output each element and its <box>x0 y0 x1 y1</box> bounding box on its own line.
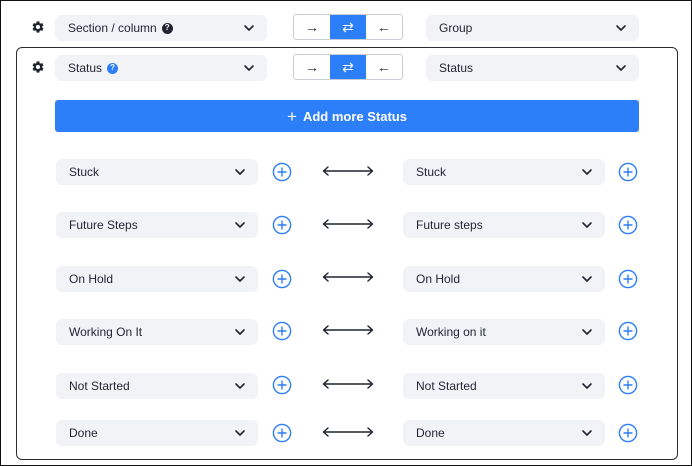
direction-left-button[interactable]: ← <box>366 15 402 39</box>
plus-circle-icon[interactable] <box>618 162 638 182</box>
plus-circle-icon[interactable] <box>618 269 638 289</box>
chevron-down-icon <box>235 169 245 175</box>
plus-circle-icon[interactable] <box>618 423 638 443</box>
chevron-down-icon <box>582 169 592 175</box>
plus-circle-icon[interactable] <box>272 269 292 289</box>
mapping-target-select[interactable]: On Hold <box>403 266 605 292</box>
mapping-source-select[interactable]: Done <box>56 420 258 446</box>
status-target-label: Status <box>439 61 474 75</box>
mapping-source-select[interactable]: Not Started <box>56 373 258 399</box>
plus-circle-icon[interactable] <box>618 375 638 395</box>
chevron-down-icon <box>244 25 254 31</box>
double-arrow-icon <box>322 379 374 389</box>
plus-circle-icon[interactable] <box>272 375 292 395</box>
chevron-down-icon <box>235 276 245 282</box>
mapping-target-select[interactable]: Not Started <box>403 373 605 399</box>
chevron-down-icon <box>582 329 592 335</box>
plus-icon: + <box>287 106 297 126</box>
chevron-down-icon <box>235 329 245 335</box>
gear-icon[interactable] <box>31 20 45 34</box>
direction-right-button[interactable]: → <box>294 55 330 79</box>
chevron-down-icon <box>244 65 254 71</box>
plus-circle-icon[interactable] <box>272 321 292 341</box>
section-column-label: Section / column <box>68 21 157 35</box>
plus-circle-icon[interactable] <box>618 321 638 341</box>
status-source-select[interactable]: Status ? <box>55 55 267 81</box>
group-label: Group <box>439 21 473 35</box>
chevron-down-icon <box>582 430 592 436</box>
plus-circle-icon[interactable] <box>272 423 292 443</box>
double-arrow-icon <box>322 427 374 437</box>
chevron-down-icon <box>616 65 626 71</box>
plus-circle-icon[interactable] <box>272 215 292 235</box>
double-arrow-icon <box>322 272 374 282</box>
add-more-status-label: Add more Status <box>302 108 407 124</box>
double-arrow-icon <box>322 325 374 335</box>
double-arrow-icon <box>322 166 374 176</box>
mapping-source-select[interactable]: On Hold <box>56 266 258 292</box>
mapping-source-select[interactable]: Future Steps <box>56 212 258 238</box>
direction-both-button[interactable]: ⇄ <box>330 15 366 39</box>
status-direction-toggle: → ⇄ ← <box>293 54 403 80</box>
gear-icon[interactable] <box>31 60 45 74</box>
mapping-target-select[interactable]: Working on it <box>403 319 605 345</box>
chevron-down-icon <box>582 222 592 228</box>
status-source-label: Status <box>68 61 103 75</box>
group-select[interactable]: Group <box>426 15 639 41</box>
mapping-target-select[interactable]: Future steps <box>403 212 605 238</box>
plus-circle-icon[interactable] <box>272 162 292 182</box>
mapping-target-select[interactable]: Done <box>403 420 605 446</box>
add-more-status-button[interactable]: + Add more Status <box>55 100 639 132</box>
direction-both-button[interactable]: ⇄ <box>330 55 366 79</box>
chevron-down-icon <box>616 25 626 31</box>
status-target-select[interactable]: Status <box>426 55 639 81</box>
chevron-down-icon <box>582 383 592 389</box>
mapping-target-select[interactable]: Stuck <box>403 159 605 185</box>
chevron-down-icon <box>235 430 245 436</box>
plus-circle-icon[interactable] <box>618 215 638 235</box>
chevron-down-icon <box>235 222 245 228</box>
section-column-select[interactable]: Section / column ? <box>55 15 267 41</box>
help-icon[interactable]: ? <box>107 62 119 74</box>
direction-toggle: → ⇄ ← <box>293 14 403 40</box>
mapping-source-select[interactable]: Working On It <box>56 319 258 345</box>
mapping-source-select[interactable]: Stuck <box>56 159 258 185</box>
help-icon[interactable]: ? <box>161 22 173 34</box>
chevron-down-icon <box>235 383 245 389</box>
double-arrow-icon <box>322 219 374 229</box>
direction-right-button[interactable]: → <box>294 15 330 39</box>
chevron-down-icon <box>582 276 592 282</box>
direction-left-button[interactable]: ← <box>366 55 402 79</box>
